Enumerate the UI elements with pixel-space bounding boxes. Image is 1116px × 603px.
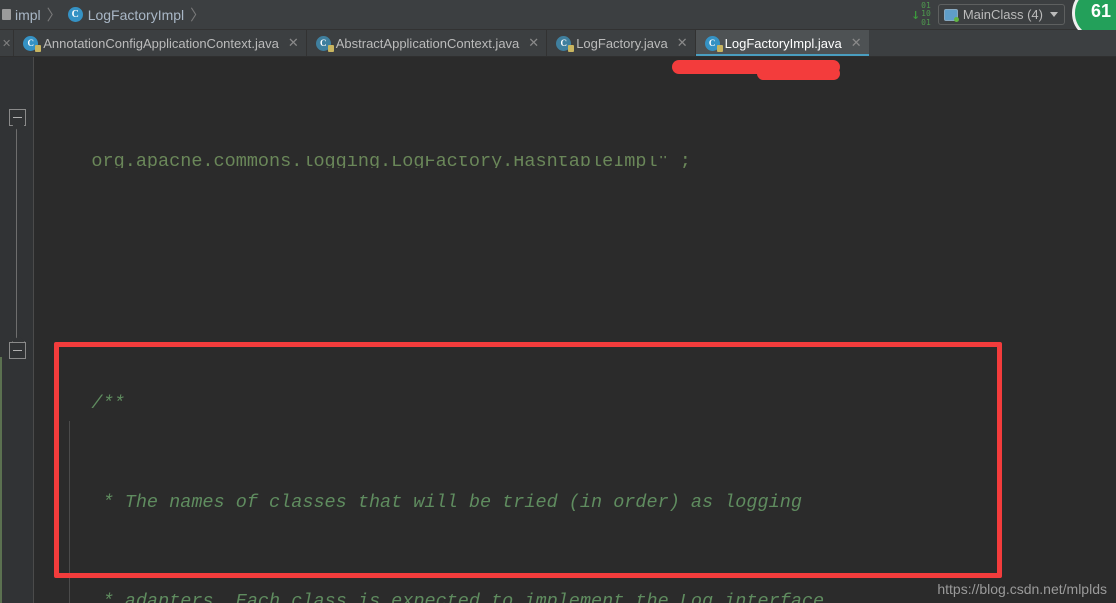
breadcrumb-class-label: LogFactoryImpl — [87, 6, 185, 23]
fold-minus-icon-top[interactable] — [9, 109, 26, 126]
java-class-icon: C — [704, 35, 723, 52]
watermark-text: https://blog.csdn.net/mlplds — [937, 581, 1107, 597]
breadcrumb-item-package[interactable]: impl — [2, 8, 41, 22]
chevron-down-icon[interactable] — [1050, 12, 1058, 17]
tab-overflow-close-icon[interactable]: ✕ — [0, 30, 13, 56]
tab-logfactory[interactable]: C LogFactory.java ✕ — [546, 30, 694, 56]
close-icon[interactable]: ✕ — [673, 36, 688, 51]
close-icon[interactable]: ✕ — [524, 36, 539, 51]
binary-digit-row-3: 01 — [921, 17, 931, 27]
code-line-clipped: org.apache.commons.logging.LogFactory.Ha… — [35, 156, 1116, 168]
run-configuration-selector[interactable]: MainClass (4) — [937, 4, 1065, 25]
binary-digits: 01 10 01 — [921, 1, 931, 27]
download-arrow-icon: ↓ — [911, 4, 921, 23]
tab-logfactoryimpl[interactable]: C LogFactoryImpl.java ✕ — [694, 30, 869, 56]
javadoc-line-text: * adapters. Each class is expected to im… — [47, 591, 836, 603]
package-icon — [2, 9, 11, 20]
tab-label: LogFactoryImpl.java — [724, 35, 842, 51]
javadoc-open-text: /** — [47, 393, 125, 414]
breadcrumb-item-class[interactable]: C LogFactoryImpl — [67, 6, 185, 23]
java-class-icon: C — [23, 35, 42, 52]
javadoc-line-text: * The names of classes that will be trie… — [47, 492, 802, 513]
java-class-icon: C — [556, 35, 575, 52]
class-circle-icon: C — [67, 7, 83, 22]
java-class-icon: C — [315, 35, 334, 52]
close-icon[interactable]: ✕ — [847, 36, 862, 51]
code-line-javadoc-1: * The names of classes that will be trie… — [35, 486, 1116, 519]
tab-label: AbstractApplicationContext.java — [335, 35, 520, 51]
binary-download-icon[interactable]: ↓ 01 10 01 — [911, 1, 931, 27]
breadcrumb-separator-icon-2: 〉 — [190, 6, 206, 24]
ide-window: impl 〉 C LogFactoryImpl 〉 ↓ 01 10 01 Mai… — [0, 0, 1116, 603]
breadcrumb-separator-icon: 〉 — [46, 6, 62, 24]
tab-label: AnnotationConfigApplicationContext.java — [43, 35, 279, 51]
code-content[interactable]: org.apache.commons.logging.LogFactory.Ha… — [35, 57, 1116, 603]
breadcrumb: impl 〉 C LogFactoryImpl 〉 — [0, 0, 211, 29]
fold-minus-icon-bottom[interactable] — [9, 342, 26, 359]
red-scribble-annotation — [672, 60, 840, 80]
run-configuration-label: MainClass (4) — [962, 7, 1043, 22]
indent-guide — [69, 421, 70, 603]
code-editor[interactable]: org.apache.commons.logging.LogFactory.Ha… — [0, 57, 1116, 603]
editor-gutter[interactable] — [0, 57, 34, 603]
code-line-clipped-text: org.apache.commons.logging.LogFactory.Ha… — [47, 156, 691, 168]
editor-tab-bar: ✕ C AnnotationConfigApplicationContext.j… — [0, 30, 1116, 57]
breadcrumb-package-label: impl — [15, 6, 41, 23]
toolbar-actions: ↓ 01 10 01 MainClass (4) 61 — [911, 0, 1116, 40]
fold-region-line — [16, 125, 17, 357]
tab-abstractapplicationcontext[interactable]: C AbstractApplicationContext.java ✕ — [305, 30, 546, 56]
tab-label: LogFactory.java — [576, 35, 668, 51]
close-icon[interactable]: ✕ — [284, 36, 299, 51]
vcs-change-marker — [0, 357, 2, 603]
tab-annotationconfigapplicationcontext[interactable]: C AnnotationConfigApplicationContext.jav… — [13, 30, 306, 56]
code-line-javadoc-open: /** — [35, 387, 1116, 420]
run-configuration-icon — [943, 8, 959, 22]
top-toolbar: impl 〉 C LogFactoryImpl 〉 ↓ 01 10 01 Mai… — [0, 0, 1116, 40]
